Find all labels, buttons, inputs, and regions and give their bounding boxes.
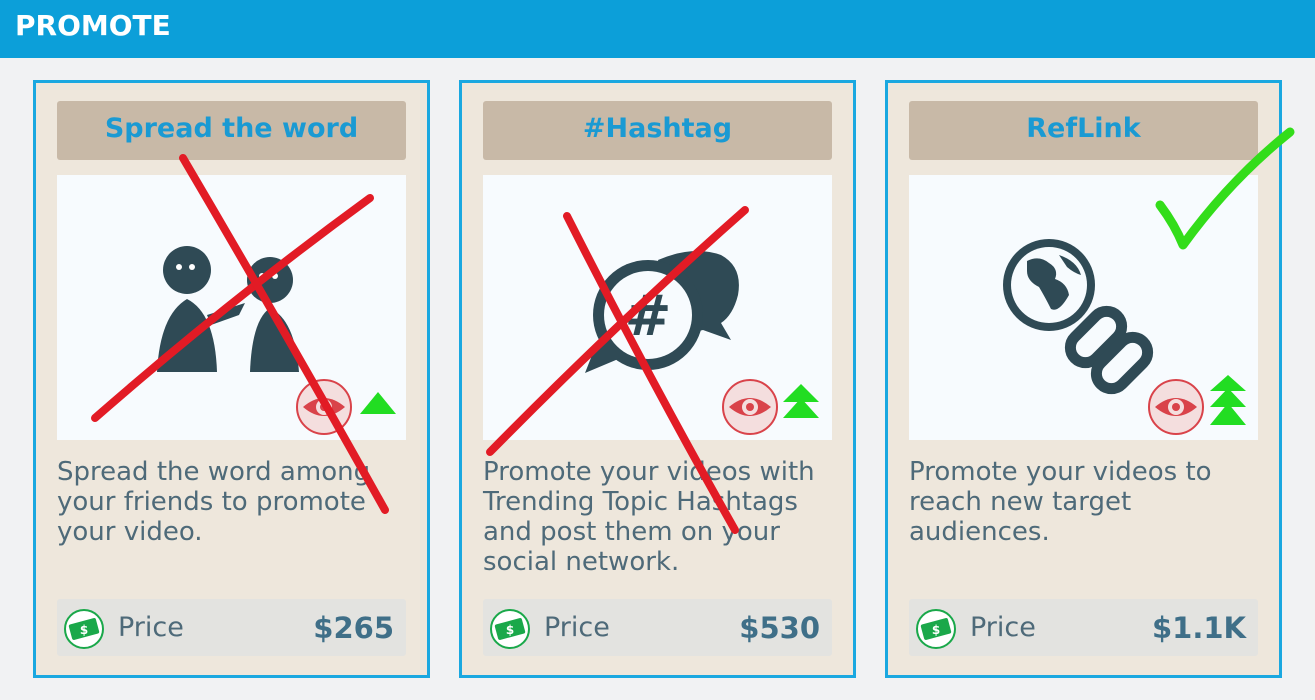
promo-card-hashtag[interactable]: #Hashtag # Promote your videos with Tren… bbox=[459, 80, 856, 678]
card-description: Promote your videos with Trending Topic … bbox=[483, 457, 815, 577]
price-bar[interactable]: $ Price $1.1K bbox=[909, 599, 1258, 656]
svg-text:$: $ bbox=[80, 623, 88, 637]
promote-header: PROMOTE bbox=[0, 0, 1315, 58]
svg-text:#: # bbox=[625, 284, 672, 349]
promo-card-spread-the-word[interactable]: Spread the word Spread the word among yo… bbox=[33, 80, 430, 678]
money-icon: $ bbox=[64, 609, 104, 649]
svg-text:$: $ bbox=[506, 623, 514, 637]
eye-icon bbox=[1148, 379, 1204, 435]
card-title: RefLink bbox=[1026, 113, 1141, 144]
card-artwork: # bbox=[483, 175, 832, 440]
card-title: Spread the word bbox=[104, 113, 359, 144]
card-title-bar: Spread the word bbox=[57, 101, 406, 160]
boost-arrow-icon bbox=[360, 392, 396, 414]
price-label: Price bbox=[118, 612, 184, 643]
promo-card-reflink[interactable]: RefLink Promote your videos to reach new… bbox=[885, 80, 1282, 678]
boost-arrow-icon bbox=[783, 384, 819, 418]
card-title: #Hashtag bbox=[582, 113, 733, 144]
svg-text:$: $ bbox=[932, 623, 940, 637]
money-icon: $ bbox=[916, 609, 956, 649]
price-value: $530 bbox=[739, 611, 820, 645]
boost-arrow-icon bbox=[1210, 375, 1246, 425]
price-bar[interactable]: $ Price $530 bbox=[483, 599, 832, 656]
eye-icon bbox=[722, 379, 778, 435]
price-value: $1.1K bbox=[1151, 611, 1246, 645]
card-artwork bbox=[909, 175, 1258, 440]
card-artwork bbox=[57, 175, 406, 440]
price-label: Price bbox=[544, 612, 610, 643]
price-label: Price bbox=[970, 612, 1036, 643]
card-title-bar: RefLink bbox=[909, 101, 1258, 160]
price-bar[interactable]: $ Price $265 bbox=[57, 599, 406, 656]
eye-icon bbox=[296, 379, 352, 435]
card-title-bar: #Hashtag bbox=[483, 101, 832, 160]
money-icon: $ bbox=[490, 609, 530, 649]
price-value: $265 bbox=[313, 611, 394, 645]
card-description: Promote your videos to reach new target … bbox=[909, 457, 1212, 547]
card-description: Spread the word among your friends to pr… bbox=[57, 457, 371, 547]
page-title: PROMOTE bbox=[15, 9, 171, 42]
